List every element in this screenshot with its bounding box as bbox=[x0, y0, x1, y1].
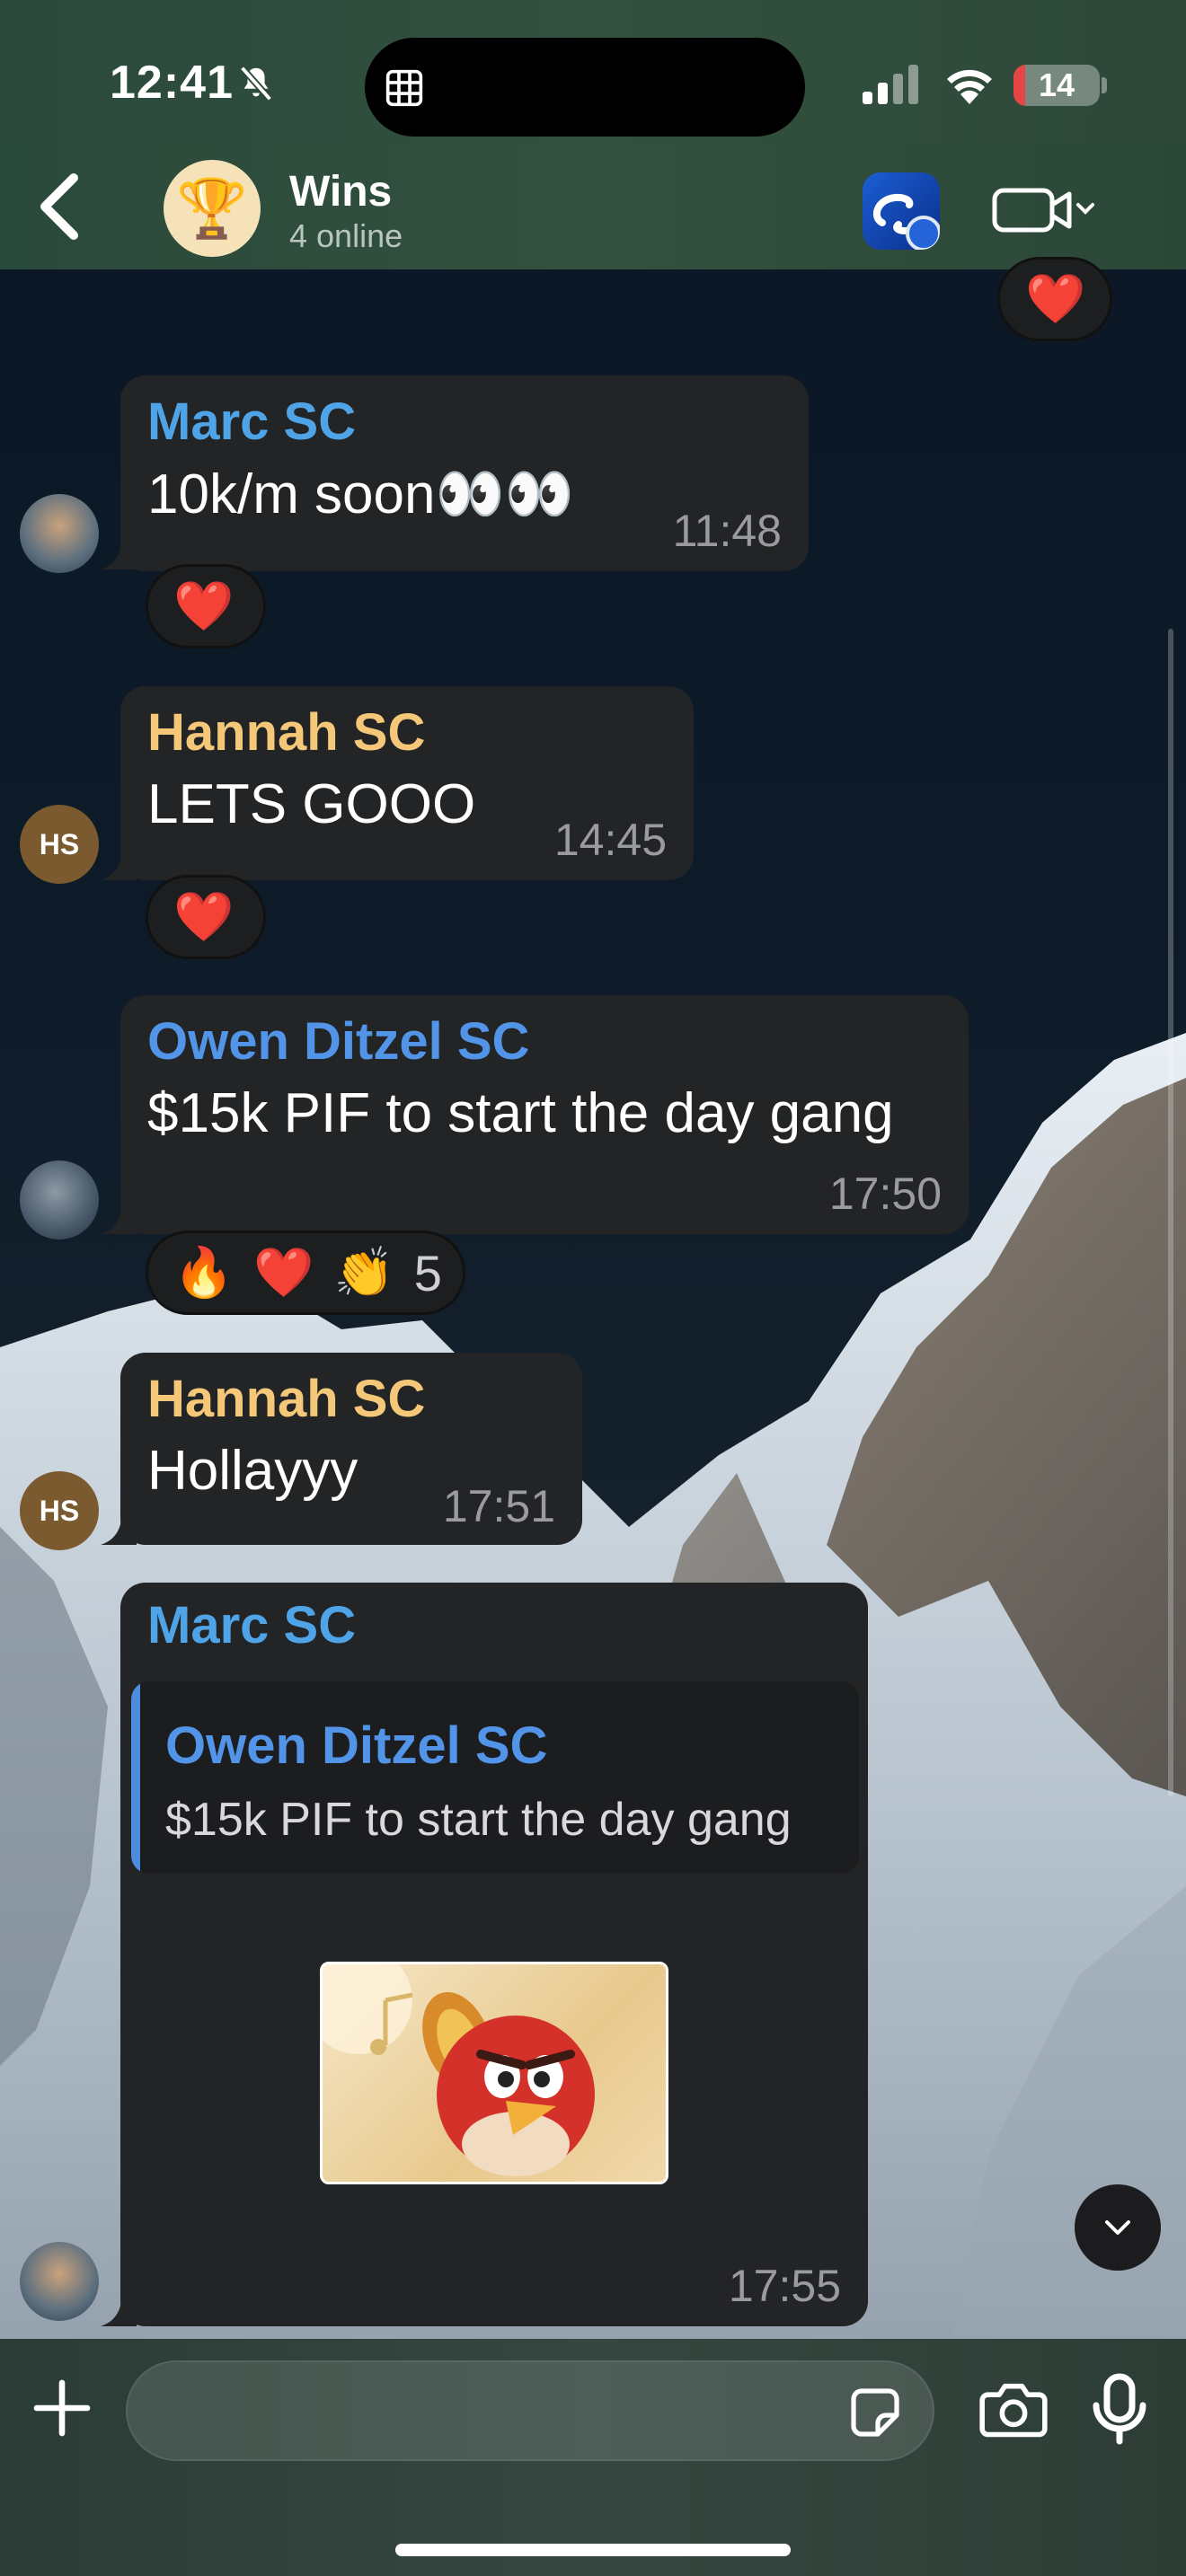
message-text: $15k PIF to start the day gang bbox=[147, 1082, 894, 1144]
app-shortcut-icon[interactable] bbox=[863, 172, 940, 250]
message-input[interactable] bbox=[164, 2362, 846, 2459]
sender-name: Hannah SC bbox=[147, 1370, 426, 1428]
message-time: 17:55 bbox=[728, 2261, 841, 2311]
battery-nub bbox=[1102, 77, 1107, 93]
reply-preview[interactable]: Owen Ditzel SC $15k PIF to start the day… bbox=[131, 1681, 859, 1874]
group-name[interactable]: Wins bbox=[289, 167, 392, 216]
message-bubble[interactable]: Marc SC 10k/m soon👀👀 11:48 bbox=[120, 375, 809, 571]
reaction-pill[interactable]: 🔥 ❤️ 👏 5 bbox=[146, 1231, 465, 1315]
reaction-pill[interactable]: ❤️ bbox=[997, 257, 1112, 341]
clap-icon: 👏 bbox=[333, 1245, 394, 1300]
bubble-tail bbox=[101, 1509, 137, 1545]
reply-text: $15k PIF to start the day gang bbox=[165, 1794, 792, 1846]
message-text: LETS GOOO bbox=[147, 773, 476, 835]
group-online-count: 4 online bbox=[289, 217, 403, 254]
bubble-tail bbox=[101, 534, 137, 569]
sender-name: Owen Ditzel SC bbox=[147, 1012, 530, 1071]
sender-name: Marc SC bbox=[147, 1596, 357, 1654]
heart-icon: ❤️ bbox=[173, 889, 235, 944]
red-bird-sticker[interactable] bbox=[320, 1962, 668, 2184]
battery-percent: 14 bbox=[1038, 66, 1075, 103]
signal-icon bbox=[863, 65, 918, 104]
avatar-hannah[interactable]: HS bbox=[20, 1471, 99, 1550]
status-time: 12:41 bbox=[110, 57, 234, 109]
camera-icon[interactable] bbox=[979, 2380, 1048, 2438]
back-icon[interactable] bbox=[31, 171, 84, 243]
message-text: 10k/m soon👀👀 bbox=[147, 463, 574, 525]
scrollbar[interactable] bbox=[1168, 629, 1173, 1796]
bubble-tail bbox=[101, 2290, 137, 2326]
battery-indicator: 14 bbox=[1013, 65, 1100, 106]
message-time: 14:45 bbox=[553, 815, 667, 865]
heart-icon: ❤️ bbox=[253, 1245, 314, 1300]
red-bird-image bbox=[323, 1964, 595, 2176]
reply-accent-bar bbox=[131, 1681, 140, 1874]
reaction-count: 5 bbox=[413, 1244, 442, 1301]
avatar-owen[interactable] bbox=[20, 1160, 99, 1239]
video-call-icon[interactable] bbox=[992, 183, 1100, 237]
bubble-tail bbox=[101, 1198, 137, 1234]
message-bubble[interactable]: Owen Ditzel SC $15k PIF to start the day… bbox=[120, 995, 969, 1234]
message-bubble[interactable]: Hannah SC Hollayyy 17:51 bbox=[120, 1353, 582, 1545]
grid-icon bbox=[385, 69, 423, 107]
chevron-down-icon bbox=[1105, 2220, 1130, 2235]
message-bubble[interactable]: Hannah SC LETS GOOO 14:45 bbox=[120, 686, 694, 880]
fire-icon: 🔥 bbox=[173, 1245, 235, 1300]
message-text: Hollayyy bbox=[147, 1440, 358, 1502]
heart-icon: ❤️ bbox=[1025, 271, 1086, 326]
microphone-icon[interactable] bbox=[1093, 2373, 1146, 2445]
verified-badge-icon bbox=[906, 216, 940, 250]
plus-icon[interactable] bbox=[32, 2378, 92, 2438]
bubble-tail bbox=[101, 844, 137, 880]
reaction-pill[interactable]: ❤️ bbox=[146, 564, 266, 648]
message-time: 17:50 bbox=[828, 1169, 942, 1219]
sticker-icon[interactable] bbox=[848, 2386, 902, 2439]
bell-slash-icon bbox=[239, 66, 273, 101]
heart-icon: ❤️ bbox=[173, 578, 235, 633]
sender-name: Marc SC bbox=[147, 393, 357, 451]
group-avatar[interactable]: 🏆 bbox=[164, 160, 261, 257]
home-indicator bbox=[395, 2544, 791, 2556]
message-field[interactable] bbox=[126, 2360, 934, 2461]
scroll-to-bottom-button[interactable] bbox=[1075, 2184, 1161, 2271]
wifi-icon bbox=[947, 69, 992, 104]
avatar-hannah[interactable]: HS bbox=[20, 805, 99, 884]
trophy-icon: 🏆 bbox=[176, 175, 248, 241]
avatar-marc[interactable] bbox=[20, 2242, 99, 2321]
reaction-pill[interactable]: ❤️ bbox=[146, 875, 266, 959]
dynamic-island bbox=[365, 38, 805, 137]
message-time: 11:48 bbox=[672, 506, 782, 556]
avatar-marc[interactable] bbox=[20, 494, 99, 573]
message-time: 17:51 bbox=[442, 1481, 555, 1531]
sender-name: Hannah SC bbox=[147, 703, 426, 762]
reply-sender: Owen Ditzel SC bbox=[165, 1716, 548, 1775]
